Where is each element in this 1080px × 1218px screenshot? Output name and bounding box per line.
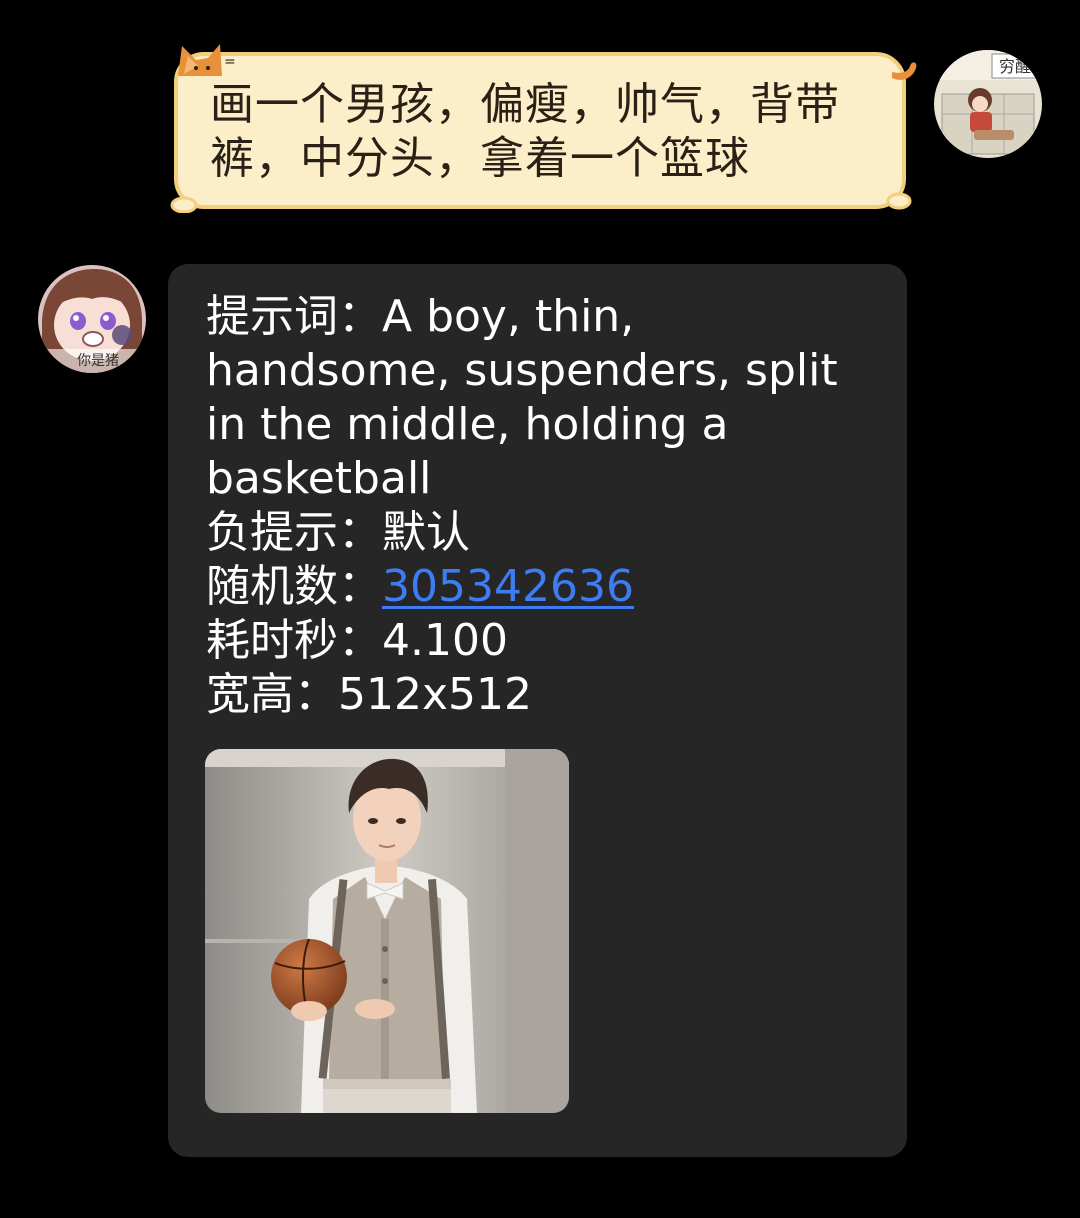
user-message-text: 画一个男孩，偏瘦，帅气，背带裤，中分头，拿着一个篮球 <box>210 79 840 184</box>
generation-info: 提示词：A boy, thin, handsome, suspenders, s… <box>206 290 877 722</box>
size-line: 宽高：512x512 <box>206 668 877 722</box>
cat-ears-icon: = <box>178 44 236 76</box>
prompt-line: 提示词：A boy, thin, handsome, suspenders, s… <box>206 290 877 506</box>
anime-avatar-icon: 穷醒 <box>934 50 1042 158</box>
bot-message-bubble[interactable]: 提示词：A boy, thin, handsome, suspenders, s… <box>168 264 907 1157</box>
generated-image[interactable] <box>205 749 569 1113</box>
cat-paw-icon <box>170 196 198 213</box>
negative-prompt-line: 负提示：默认 <box>206 506 877 560</box>
cat-paw-icon <box>886 192 912 210</box>
negative-prompt-label: 负提示： <box>206 507 382 558</box>
seed-line: 随机数：305342636 <box>206 560 877 614</box>
bot-avatar[interactable]: 你是猪 <box>38 265 146 373</box>
size-value: 512x512 <box>338 669 533 720</box>
cat-tail-icon <box>892 62 917 80</box>
size-label: 宽高： <box>206 669 338 720</box>
seed-link[interactable]: 305342636 <box>382 561 634 612</box>
user-avatar[interactable]: 穷醒 <box>934 50 1042 158</box>
user-message-bubble[interactable]: = 画一个男孩，偏瘦，帅气，背带裤，中分头，拿着一个篮球 <box>170 44 917 213</box>
bot-avatar-caption: 你是猪 <box>77 353 119 369</box>
time-line: 耗时秒：4.100 <box>206 614 877 668</box>
time-value: 4.100 <box>382 615 508 666</box>
anime-avatar-icon: 你是猪 <box>38 265 146 373</box>
prompt-label: 提示词： <box>206 291 382 342</box>
generated-image-boy-basketball <box>205 749 569 1113</box>
user-avatar-caption: 穷醒 <box>999 57 1031 76</box>
time-label: 耗时秒： <box>206 615 382 666</box>
seed-label: 随机数： <box>206 561 382 612</box>
negative-prompt-value: 默认 <box>382 507 470 558</box>
svg-text:=: = <box>224 54 236 70</box>
